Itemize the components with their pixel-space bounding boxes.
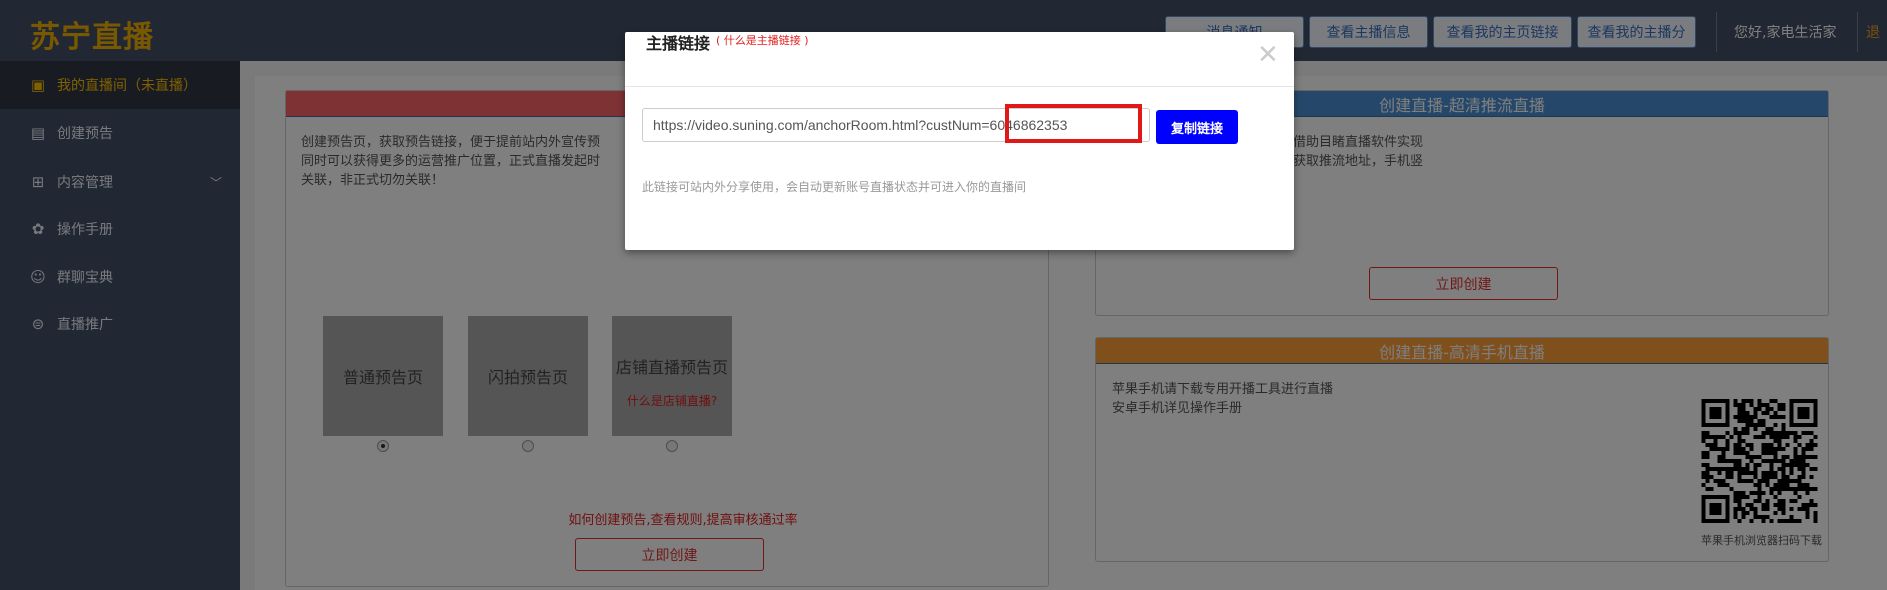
modal-hint: 此链接可站内外分享使用，会自动更新账号直播状态并可进入你的直播间 xyxy=(642,180,1027,194)
highlight-box xyxy=(1005,104,1142,143)
close-icon[interactable]: ✕ xyxy=(1257,42,1279,68)
anchor-link-modal: 主播链接 ( 什么是主播链接 ) ✕ 复制链接 此链接可站内外分享使用，会自动更… xyxy=(625,32,1294,250)
copy-link-button[interactable]: 复制链接 xyxy=(1156,110,1238,144)
anchor-link-help[interactable]: ( 什么是主播链接 ) xyxy=(716,32,809,48)
modal-title: 主播链接 xyxy=(646,34,711,53)
divider xyxy=(625,86,1294,87)
